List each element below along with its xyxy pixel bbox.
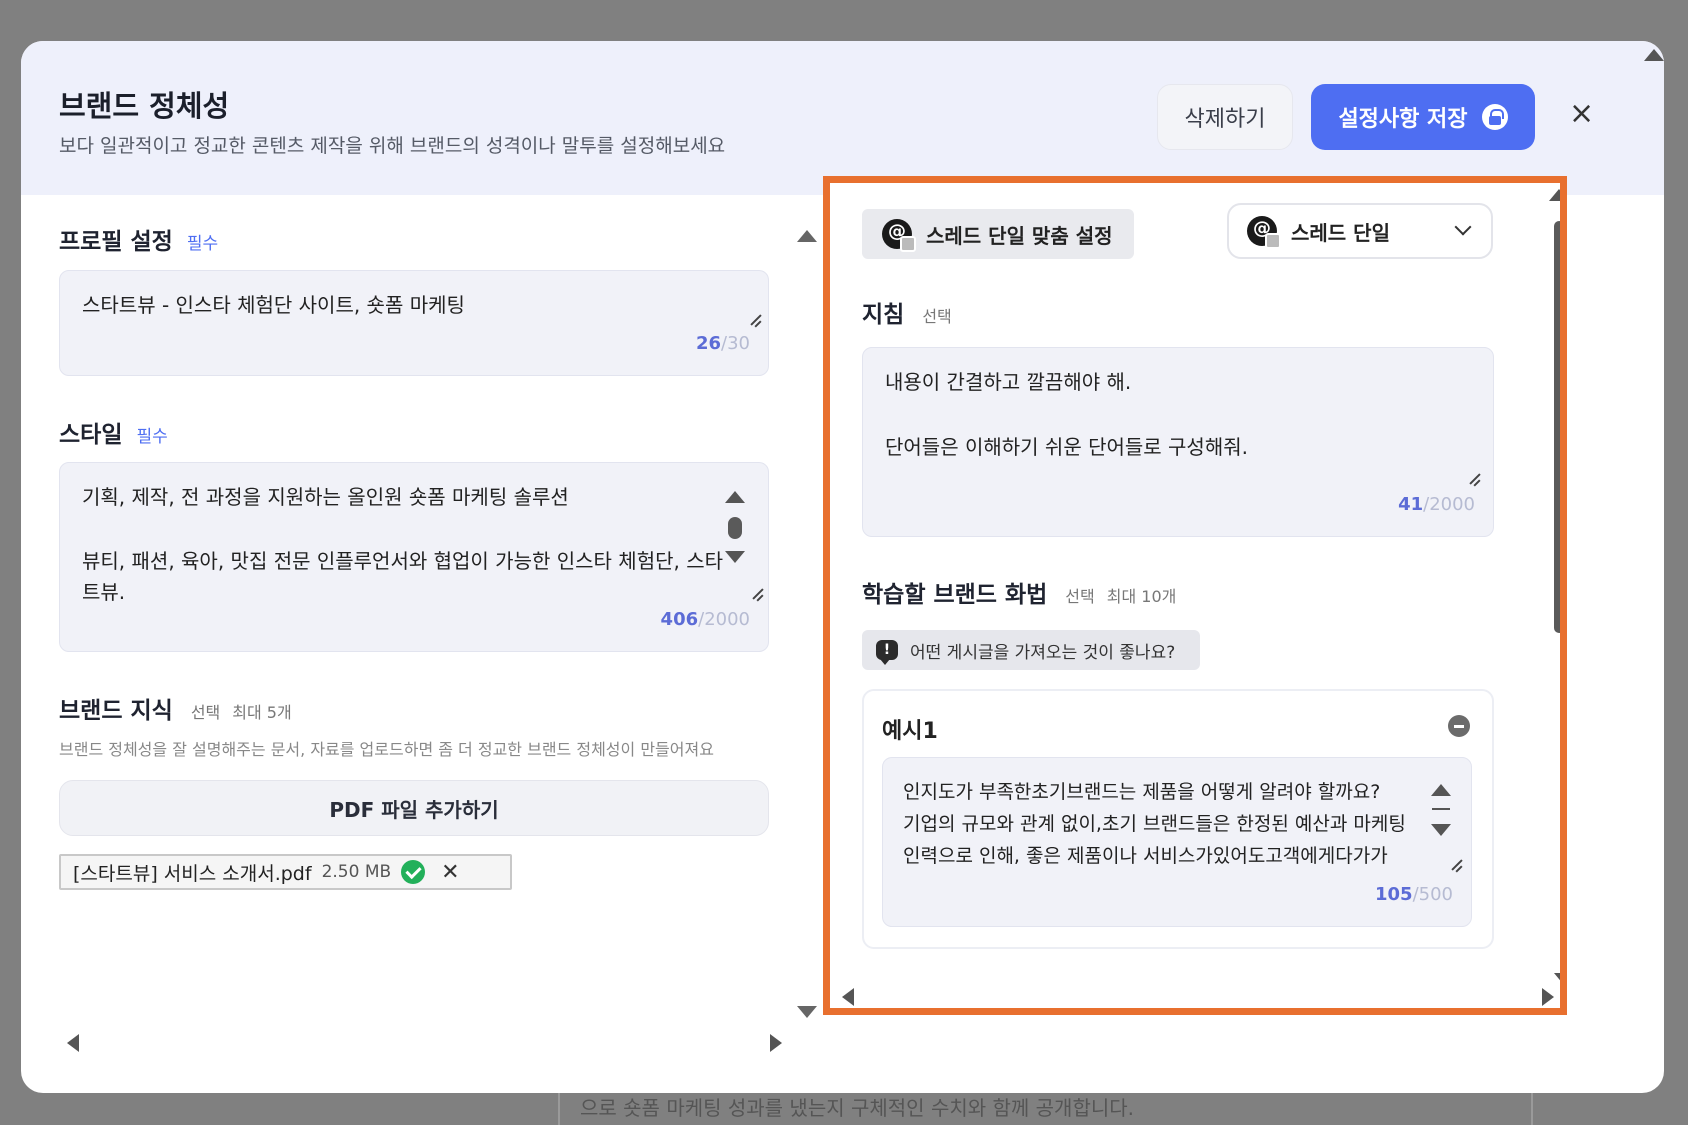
example-card: 예시1 인지도가 부족한초기브랜드는 제품을 어떻게 알려야 할까요? 기업의 … — [862, 689, 1494, 949]
check-circle-icon — [401, 860, 426, 884]
profile-label: 프로필 설정 — [59, 229, 173, 255]
panel-scroll-down-icon[interactable] — [1554, 973, 1560, 985]
style-label: 스타일 — [59, 422, 123, 448]
background-text: 으로 숏폼 마케팅 성과를 냈는지 구체적인 수치와 함께 공개합니다. — [580, 1096, 1135, 1120]
scrollbar-thumb[interactable] — [1432, 808, 1450, 810]
required-badge: 필수 — [186, 234, 219, 254]
style-line-2: 뷰티, 패션, 육아, 맛집 전문 인플루언서와 협업이 가능한 인스타 체험단… — [82, 549, 724, 573]
optional-badge: 선택 — [1065, 587, 1095, 606]
chevron-down-icon — [1454, 218, 1472, 236]
save-settings-button[interactable]: 설정사항 저장 — [1311, 84, 1535, 150]
threads-icon — [1247, 216, 1281, 249]
optional-badge: 선택 — [190, 703, 221, 722]
style-line-1: 기획, 제작, 전 과정을 지원하는 올인원 숏폼 마케팅 솔루션 — [82, 485, 569, 509]
lock-icon — [1481, 104, 1508, 130]
resize-handle-icon[interactable] — [747, 313, 761, 327]
file-name: [스타트뷰] 서비스 소개서.pdf — [73, 862, 312, 885]
example-title: 예시1 — [882, 719, 938, 744]
dropdown-value: 스레드 단일 — [1291, 220, 1390, 245]
style-textarea[interactable]: 기획, 제작, 전 과정을 지원하는 올인원 숏폼 마케팅 솔루션 뷰티, 패션… — [59, 462, 769, 652]
resize-handle-icon[interactable] — [1466, 472, 1480, 486]
speech-bubble-icon: ! — [876, 640, 898, 665]
knowledge-label: 브랜드 지식 — [59, 698, 173, 724]
save-button-label: 설정사항 저장 — [1338, 107, 1468, 132]
threads-icon — [882, 219, 916, 252]
modal-subtitle: 보다 일관적이고 정교한 콘텐츠 제작을 위해 브랜드의 성격이나 말투를 설정… — [59, 135, 726, 157]
style-line-3: 트뷰. — [82, 580, 126, 604]
panel-scroll-right-icon[interactable] — [1542, 988, 1554, 1006]
panel-scrollbar-thumb[interactable] — [1554, 221, 1560, 633]
limit-badge: 최대 10개 — [1106, 587, 1177, 606]
thread-custom-chip: 스레드 단일 맞춤 설정 — [862, 209, 1134, 259]
guide-label: 지침 — [862, 302, 905, 328]
scroll-down-icon[interactable] — [1431, 824, 1451, 836]
uploaded-file-chip: [스타트뷰] 서비스 소개서.pdf 2.50 MB ✕ — [59, 854, 512, 890]
example-line-2: 기업의 규모와 관계 없이,초기 브랜드들은 한정된 예산과 마케팅 — [903, 813, 1406, 835]
left-scroll-up-icon[interactable] — [797, 230, 817, 242]
close-icon[interactable]: × — [1569, 99, 1594, 129]
scrollbar-thumb[interactable] — [728, 517, 742, 539]
left-scroll-down-icon[interactable] — [797, 1006, 817, 1018]
modal-title: 브랜드 정체성 — [59, 89, 230, 123]
knowledge-hint: 브랜드 정체성을 잘 설명해주는 문서, 자료를 업로드하면 좀 더 정교한 브… — [59, 740, 714, 759]
tip-text: 어떤 게시글을 가져오는 것이 좋나요? — [910, 642, 1176, 663]
add-pdf-button[interactable]: PDF 파일 추가하기 — [59, 780, 769, 836]
thread-chip-label: 스레드 단일 맞춤 설정 — [926, 223, 1113, 248]
remove-example-icon[interactable] — [1448, 715, 1470, 737]
knowledge-section-title: 브랜드 지식 선택 최대 5개 — [59, 691, 292, 725]
modal-header: 브랜드 정체성 보다 일관적이고 정교한 콘텐츠 제작을 위해 브랜드의 성격이… — [21, 41, 1664, 195]
optional-badge: 선택 — [922, 307, 952, 326]
file-size: 2.50 MB — [321, 862, 392, 882]
modal-scroll-up-icon[interactable] — [1644, 49, 1664, 61]
profile-input[interactable]: 스타트뷰 - 인스타 체험단 사이트, 숏폼 마케팅 26/30 — [59, 270, 769, 376]
limit-badge: 최대 5개 — [232, 703, 292, 722]
guide-textarea[interactable]: 내용이 간결하고 깔끔해야 해. 단어들은 이해하기 쉬운 단어들로 구성해줘.… — [862, 347, 1494, 537]
scroll-up-icon[interactable] — [1431, 784, 1451, 796]
style-counter: 406/2000 — [660, 609, 750, 630]
guide-counter: 41/2000 — [1398, 494, 1475, 515]
example-line-3: 인력으로 인해, 좋은 제품이나 서비스가있어도고객에게다가가 — [903, 845, 1388, 867]
speech-section-title: 학습할 브랜드 화법 선택 최대 10개 — [862, 575, 1176, 609]
tip-chip[interactable]: ! 어떤 게시글을 가져오는 것이 좋나요? — [862, 630, 1200, 670]
guide-line-2: 단어들은 이해하기 쉬운 단어들로 구성해줘. — [885, 435, 1248, 459]
example-textarea[interactable]: 인지도가 부족한초기브랜드는 제품을 어떻게 알려야 할까요? 기업의 규모와 … — [882, 757, 1472, 927]
example-line-1: 인지도가 부족한초기브랜드는 제품을 어떻게 알려야 할까요? — [903, 781, 1381, 803]
panel-scroll-left-icon[interactable] — [842, 988, 854, 1006]
scroll-up-icon[interactable] — [725, 491, 745, 503]
profile-section-title: 프로필 설정 필수 — [59, 222, 218, 256]
profile-value: 스타트뷰 - 인스타 체험단 사이트, 숏폼 마케팅 — [82, 293, 465, 317]
resize-handle-icon[interactable] — [1448, 858, 1462, 872]
thread-settings-panel: 스레드 단일 맞춤 설정 스레드 단일 지침선택 내용이 간결하고 깔끔해야 해… — [823, 176, 1567, 1015]
resize-handle-icon[interactable] — [749, 587, 763, 601]
guide-line-1: 내용이 간결하고 깔끔해야 해. — [885, 370, 1132, 394]
thread-type-dropdown[interactable]: 스레드 단일 — [1227, 203, 1493, 259]
delete-button[interactable]: 삭제하기 — [1157, 84, 1293, 150]
profile-counter: 26/30 — [695, 333, 750, 354]
scroll-down-icon[interactable] — [725, 551, 745, 563]
remove-file-icon[interactable]: ✕ — [441, 860, 459, 885]
speech-label: 학습할 브랜드 화법 — [862, 582, 1048, 608]
required-badge: 필수 — [136, 427, 168, 447]
style-section-title: 스타일 필수 — [59, 415, 168, 449]
panel-scroll-up-icon[interactable] — [1549, 189, 1560, 201]
left-scroll-right-icon[interactable] — [770, 1034, 782, 1052]
guide-section-title: 지침 선택 — [862, 295, 952, 329]
example-counter: 105/500 — [1375, 884, 1453, 905]
left-scroll-left-icon[interactable] — [67, 1034, 79, 1052]
